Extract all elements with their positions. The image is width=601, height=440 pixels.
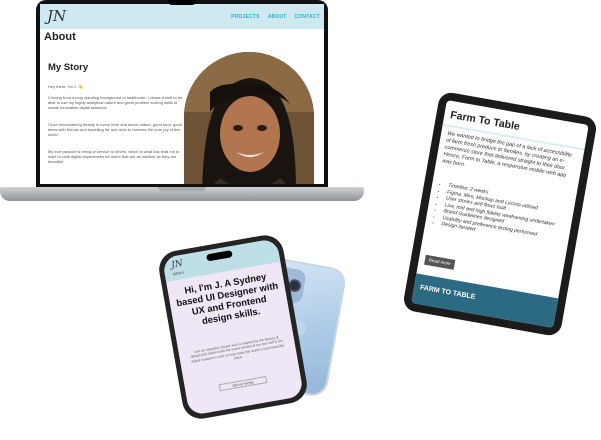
story-paragraph: Hey there, I'm J. 👋 — [48, 84, 84, 89]
story-paragraph: I love encountering beauty in every form… — [48, 122, 182, 138]
story-paragraph: My true passion is being of service to o… — [48, 149, 180, 165]
site-logo[interactable]: JN — [171, 259, 184, 271]
phone-screen: JN MENU Hi, I'm J. A Sydney based UI Des… — [161, 238, 305, 416]
tablet-screen: Farm To Table We wanted to bridge the ga… — [411, 100, 589, 328]
project-intro: We wanted to bridge the gap of a lack of… — [441, 130, 573, 179]
see-my-work-button[interactable]: SEE MY WORK — [218, 376, 268, 392]
menu-button[interactable]: MENU — [173, 271, 185, 277]
hero-body: I am an empathic creator who is inspired… — [190, 335, 285, 364]
tablet: Farm To Table We wanted to bridge the ga… — [401, 90, 599, 338]
nav-link-about[interactable]: ABOUT — [268, 14, 287, 20]
project-bullet-list: Timeline: 2 weeks Figma, Miro, Mockup an… — [433, 181, 571, 249]
site-logo[interactable]: JN — [47, 7, 66, 25]
read-more-button[interactable]: Read more — [424, 254, 456, 270]
laptop-hinge-groove — [158, 187, 206, 191]
section-title: My Story — [48, 62, 89, 73]
laptop-navbar: JN PROJECTS ABOUT CONTACT — [40, 4, 324, 29]
page-title: About — [44, 31, 76, 43]
nav-links: PROJECTS ABOUT CONTACT — [223, 14, 320, 20]
banner-title: FARM TO TABLE — [419, 284, 476, 301]
project-title: Farm To Table — [449, 108, 521, 133]
nav-link-contact[interactable]: CONTACT — [295, 14, 320, 20]
laptop-screen: JN PROJECTS ABOUT CONTACT About My Story H… — [40, 4, 324, 184]
story-paragraph: Coming from a long standing background o… — [48, 95, 183, 111]
project-banner[interactable]: FARM TO TABLE — [411, 273, 559, 328]
nav-link-projects[interactable]: PROJECTS — [231, 14, 260, 20]
portrait-photo — [184, 52, 314, 184]
laptop-camera-notch — [168, 0, 196, 5]
